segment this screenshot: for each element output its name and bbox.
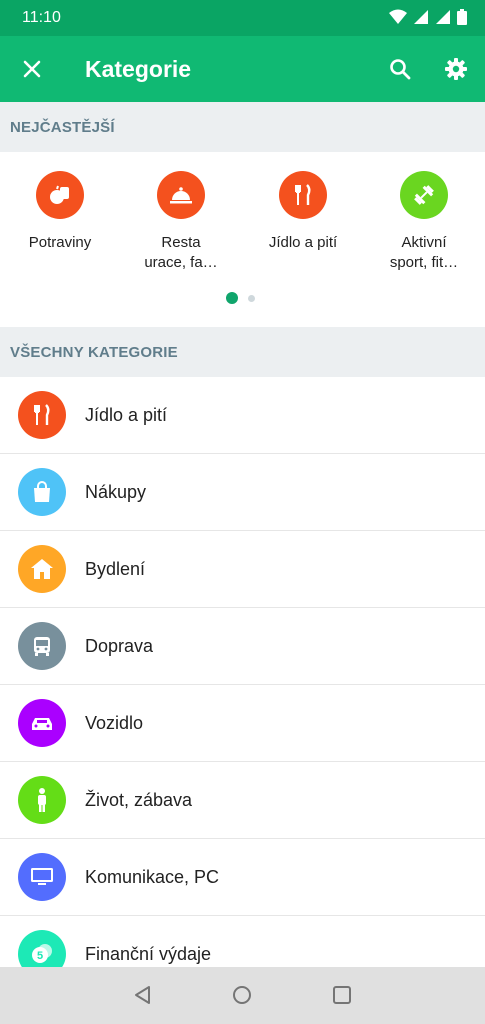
frequent-item-jidlo-a-piti[interactable]: Jídlo a pití: [243, 171, 363, 253]
restaurant-icon: [157, 171, 205, 219]
category-list: Jídlo a pití Nákupy Bydlení Doprava Vozi…: [0, 377, 485, 993]
category-row-bydleni[interactable]: Bydlení: [0, 531, 485, 608]
category-row-jidlo-a-piti[interactable]: Jídlo a pití: [0, 377, 485, 454]
section-header-all: VŠECHNY KATEGORIE: [0, 327, 485, 377]
groceries-icon: [36, 171, 84, 219]
settings-button[interactable]: [440, 53, 472, 85]
close-icon: [23, 60, 41, 78]
back-button[interactable]: [131, 983, 155, 1007]
status-icons: [389, 9, 467, 25]
house-icon: [18, 545, 66, 593]
category-label: Komunikace, PC: [85, 867, 220, 887]
status-time: 11:10: [22, 9, 61, 26]
frequent-item-potraviny[interactable]: Potraviny: [0, 171, 120, 253]
home-icon: [233, 986, 251, 1004]
status-bar: 11:10: [0, 0, 485, 36]
recents-button[interactable]: [330, 983, 354, 1007]
section-header-frequent: NEJČASTĚJŠÍ: [0, 102, 485, 152]
category-row-doprava[interactable]: Doprava: [0, 608, 485, 685]
dumbbell-icon: [400, 171, 448, 219]
battery-icon: [457, 9, 467, 25]
carousel-pagination: [226, 292, 255, 304]
gear-icon: [445, 58, 467, 80]
recents-icon: [333, 986, 351, 1004]
category-row-vozidlo[interactable]: Vozidlo: [0, 685, 485, 762]
page-dot[interactable]: [248, 294, 255, 302]
frequent-item-label: Jídlo a pití: [268, 234, 338, 251]
section-title-all: VŠECHNY KATEGORIE: [10, 344, 178, 361]
category-row-nakupy[interactable]: Nákupy: [0, 454, 485, 531]
category-label: Nákupy: [85, 482, 147, 502]
category-label: Život, zábava: [85, 790, 193, 810]
wifi-icon: [389, 9, 407, 24]
frequent-item-label: Resta urace, fa…: [144, 234, 218, 271]
category-label: Bydlení: [85, 559, 146, 579]
car-icon: [18, 699, 66, 747]
back-icon: [135, 986, 150, 1004]
search-icon: [390, 59, 411, 80]
page-dot-active[interactable]: [226, 292, 238, 304]
bus-icon: [18, 622, 66, 670]
category-row-zivot-zabava[interactable]: Život, zábava: [0, 762, 485, 839]
category-row-komunikace-pc[interactable]: Komunikace, PC: [0, 839, 485, 916]
frequent-item-label: Potraviny: [28, 234, 92, 251]
signal-roaming-icon: [436, 10, 450, 24]
frequent-carousel[interactable]: Potraviny Resta urace, fa… Jídlo a pití …: [0, 152, 485, 326]
category-label: Doprava: [85, 636, 154, 656]
person-icon: [18, 776, 66, 824]
frequent-item-aktivni-sport[interactable]: Aktivní sport, fit…: [364, 171, 484, 273]
computer-icon: [18, 853, 66, 901]
category-label: Finanční výdaje: [85, 944, 212, 964]
home-button[interactable]: [230, 983, 254, 1007]
food-drink-icon: [18, 391, 66, 439]
signal-icon: [414, 10, 428, 24]
section-title-frequent: NEJČASTĚJŠÍ: [10, 119, 115, 136]
frequent-item-restaurace[interactable]: Resta urace, fa…: [121, 171, 241, 273]
frequent-item-label: Aktivní sport, fit…: [389, 234, 459, 271]
shopping-bag-icon: [18, 468, 66, 516]
app-bar: Kategorie: [0, 36, 485, 102]
close-button[interactable]: [16, 53, 48, 85]
system-nav-bar: [0, 967, 485, 1024]
page-title: Kategorie: [85, 56, 192, 82]
category-label: Jídlo a pití: [85, 405, 168, 425]
category-label: Vozidlo: [85, 713, 144, 733]
food-drink-icon: [279, 171, 327, 219]
svg-text:5: 5: [37, 950, 43, 962]
search-button[interactable]: [384, 53, 416, 85]
